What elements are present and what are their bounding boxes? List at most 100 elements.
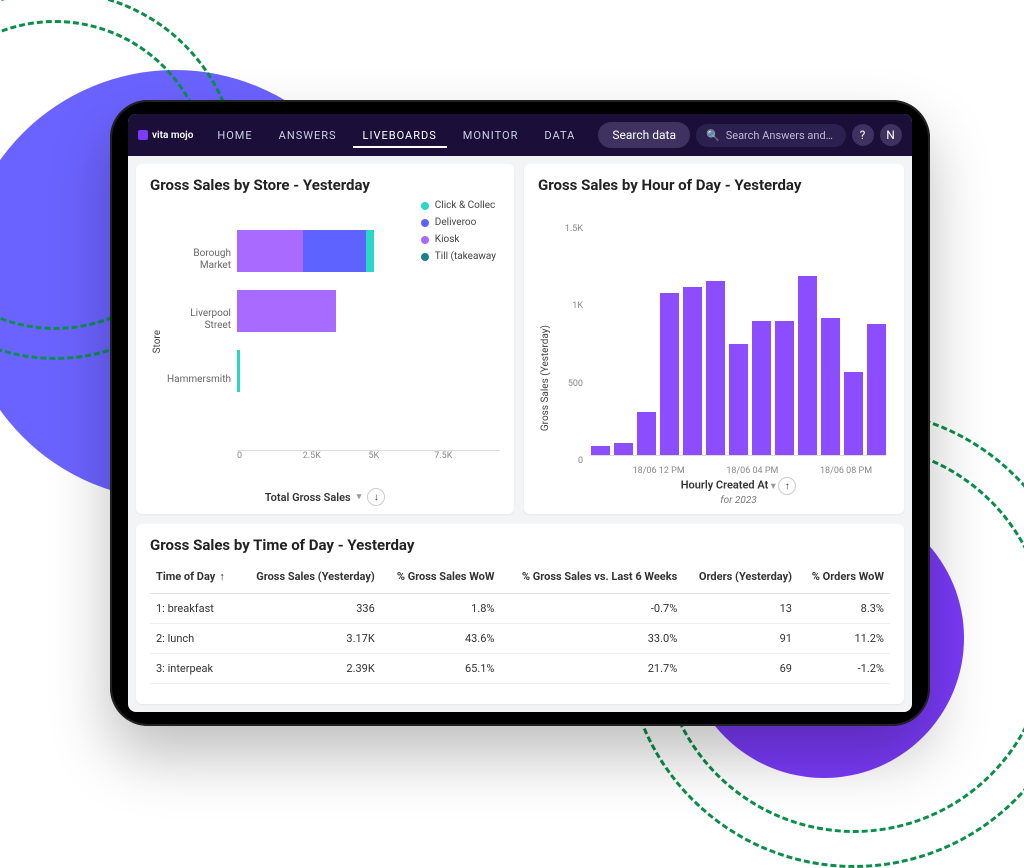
sort-button[interactable]: ↓ [367, 488, 385, 506]
help-button[interactable]: ? [852, 124, 874, 146]
y-tick-label: BoroughMarket [165, 230, 237, 290]
hour-bar[interactable] [867, 324, 886, 455]
chevron-down-icon[interactable]: ▾ [771, 482, 776, 492]
legend: Click & Collec Deliveroo Kiosk Till (takeaw… [421, 200, 496, 268]
dashboard-content: Gross Sales by Store - Yesterday Store B… [128, 156, 912, 712]
column-header[interactable]: Orders (Yesterday) [683, 560, 798, 594]
table-cell: 3.17K [238, 624, 381, 654]
card-title: Gross Sales by Time of Day - Yesterday [150, 536, 890, 554]
legend-item[interactable]: Till (takeaway [421, 251, 496, 262]
table-cell: 91 [683, 624, 798, 654]
table-cell: 21.7% [501, 654, 684, 684]
x-axis-label[interactable]: Hourly Created At [681, 479, 769, 492]
x-tick-label [699, 466, 713, 476]
brand-logo[interactable]: vita mojo [138, 130, 193, 141]
x-tick-label: 7.5K [434, 451, 500, 462]
column-header[interactable]: Time of Day↑ [150, 560, 238, 594]
legend-item[interactable]: Click & Collec [421, 200, 496, 211]
app-screen: vita mojo HOME ANSWERSLIVEBOARDSMONITORDA… [128, 114, 912, 712]
nav-monitor[interactable]: MONITOR [453, 123, 529, 148]
chevron-down-icon[interactable]: ▾ [357, 492, 362, 502]
x-tick-label [605, 466, 619, 476]
store-bar[interactable] [237, 290, 500, 332]
hour-bar[interactable] [775, 321, 794, 455]
table-row[interactable]: 2: lunch3.17K43.6%33.0%9111.2% [150, 624, 890, 654]
brand-text: vita mojo [152, 130, 193, 141]
sort-button[interactable]: ↑ [778, 477, 796, 495]
bar-segment [366, 230, 374, 272]
column-header[interactable]: % Orders WoW [798, 560, 890, 594]
card-gross-by-hour: Gross Sales by Hour of Day - Yesterday G… [524, 164, 904, 514]
card-gross-by-store: Gross Sales by Store - Yesterday Store B… [136, 164, 514, 514]
x-axis-label[interactable]: Total Gross Sales [265, 491, 351, 504]
x-axis-labels: 18/06 12 PM18/06 04 PM18/06 08 PM [591, 466, 886, 476]
legend-label: Click & Collec [435, 200, 495, 211]
x-tick-label [619, 466, 633, 476]
y-axis-title: Gross Sales (Yesterday) [538, 275, 553, 431]
y-tick-label: 1K [553, 301, 583, 378]
table-cell: 2: lunch [150, 624, 238, 654]
nav-data[interactable]: DATA [534, 123, 585, 148]
table-cell: 65.1% [381, 654, 501, 684]
x-tick-label: 5K [369, 451, 435, 462]
table-cell: 43.6% [381, 624, 501, 654]
table-cell: 69 [683, 654, 798, 684]
hour-bar[interactable] [683, 287, 702, 455]
bar-segment [303, 230, 366, 272]
card-title: Gross Sales by Store - Yesterday [150, 176, 500, 194]
store-plot: Click & Collec Deliveroo Kiosk Till (takeaw… [237, 200, 500, 484]
legend-item[interactable]: Kiosk [421, 234, 496, 245]
search-placeholder: Search Answers and… [726, 129, 833, 142]
x-tick-label [591, 466, 605, 476]
table-cell: 336 [238, 594, 381, 624]
legend-swatch [421, 236, 429, 244]
table-cell: 33.0% [501, 624, 684, 654]
nav-answers[interactable]: ANSWERS [269, 123, 347, 148]
hour-bar[interactable] [798, 276, 817, 455]
store-bar[interactable] [237, 350, 500, 392]
x-axis: 02.5K5K7.5K [237, 450, 500, 462]
x-tick-label [778, 466, 792, 476]
search-data-button[interactable]: Search data [598, 122, 690, 148]
x-tick-label: 18/06 04 PM [726, 466, 778, 476]
hour-bar[interactable] [844, 372, 863, 455]
avatar[interactable]: N [880, 124, 902, 146]
card-gross-by-timeofday: Gross Sales by Time of Day - Yesterday T… [136, 524, 904, 704]
table-row[interactable]: 1: breakfast3361.8%-0.7%138.3% [150, 594, 890, 624]
x-tick-label: 0 [237, 451, 303, 462]
x-tick-label [792, 466, 806, 476]
table-cell: 13 [683, 594, 798, 624]
nav-home[interactable]: HOME [207, 123, 262, 148]
table-cell: 11.2% [798, 624, 890, 654]
timeofday-table: Time of Day↑Gross Sales (Yesterday)% Gro… [150, 560, 890, 684]
hour-bar[interactable] [752, 321, 771, 455]
table-cell: 8.3% [798, 594, 890, 624]
table-cell: 2.39K [238, 654, 381, 684]
table-cell: 3: interpeak [150, 654, 238, 684]
column-header[interactable]: % Gross Sales vs. Last 6 Weeks [501, 560, 684, 594]
hour-bar[interactable] [637, 412, 656, 455]
legend-label: Kiosk [435, 234, 460, 245]
card-title: Gross Sales by Hour of Day - Yesterday [538, 176, 890, 194]
x-tick-label: 18/06 12 PM [633, 466, 685, 476]
legend-swatch [421, 253, 429, 261]
hour-bar[interactable] [729, 344, 748, 455]
y-axis-ticks: 1.5K1K5000 [553, 200, 587, 506]
table-cell: 1.8% [381, 594, 501, 624]
hour-bar[interactable] [660, 293, 679, 455]
table-cell: 1: breakfast [150, 594, 238, 624]
brand-icon [138, 130, 148, 140]
hour-bar[interactable] [821, 318, 840, 455]
legend-item[interactable]: Deliveroo [421, 217, 496, 228]
bar-segment [237, 230, 303, 272]
hour-bar[interactable] [706, 281, 725, 455]
x-tick-label: 2.5K [303, 451, 369, 462]
nav-liveboards[interactable]: LIVEBOARDS [353, 123, 447, 148]
search-answers-input[interactable]: 🔍 Search Answers and… [696, 124, 846, 147]
column-header[interactable]: % Gross Sales WoW [381, 560, 501, 594]
legend-swatch [421, 202, 429, 210]
table-row[interactable]: 3: interpeak2.39K65.1%21.7%69-1.2% [150, 654, 890, 684]
hour-bar[interactable] [614, 443, 633, 455]
hour-bar[interactable] [591, 446, 610, 455]
column-header[interactable]: Gross Sales (Yesterday) [238, 560, 381, 594]
